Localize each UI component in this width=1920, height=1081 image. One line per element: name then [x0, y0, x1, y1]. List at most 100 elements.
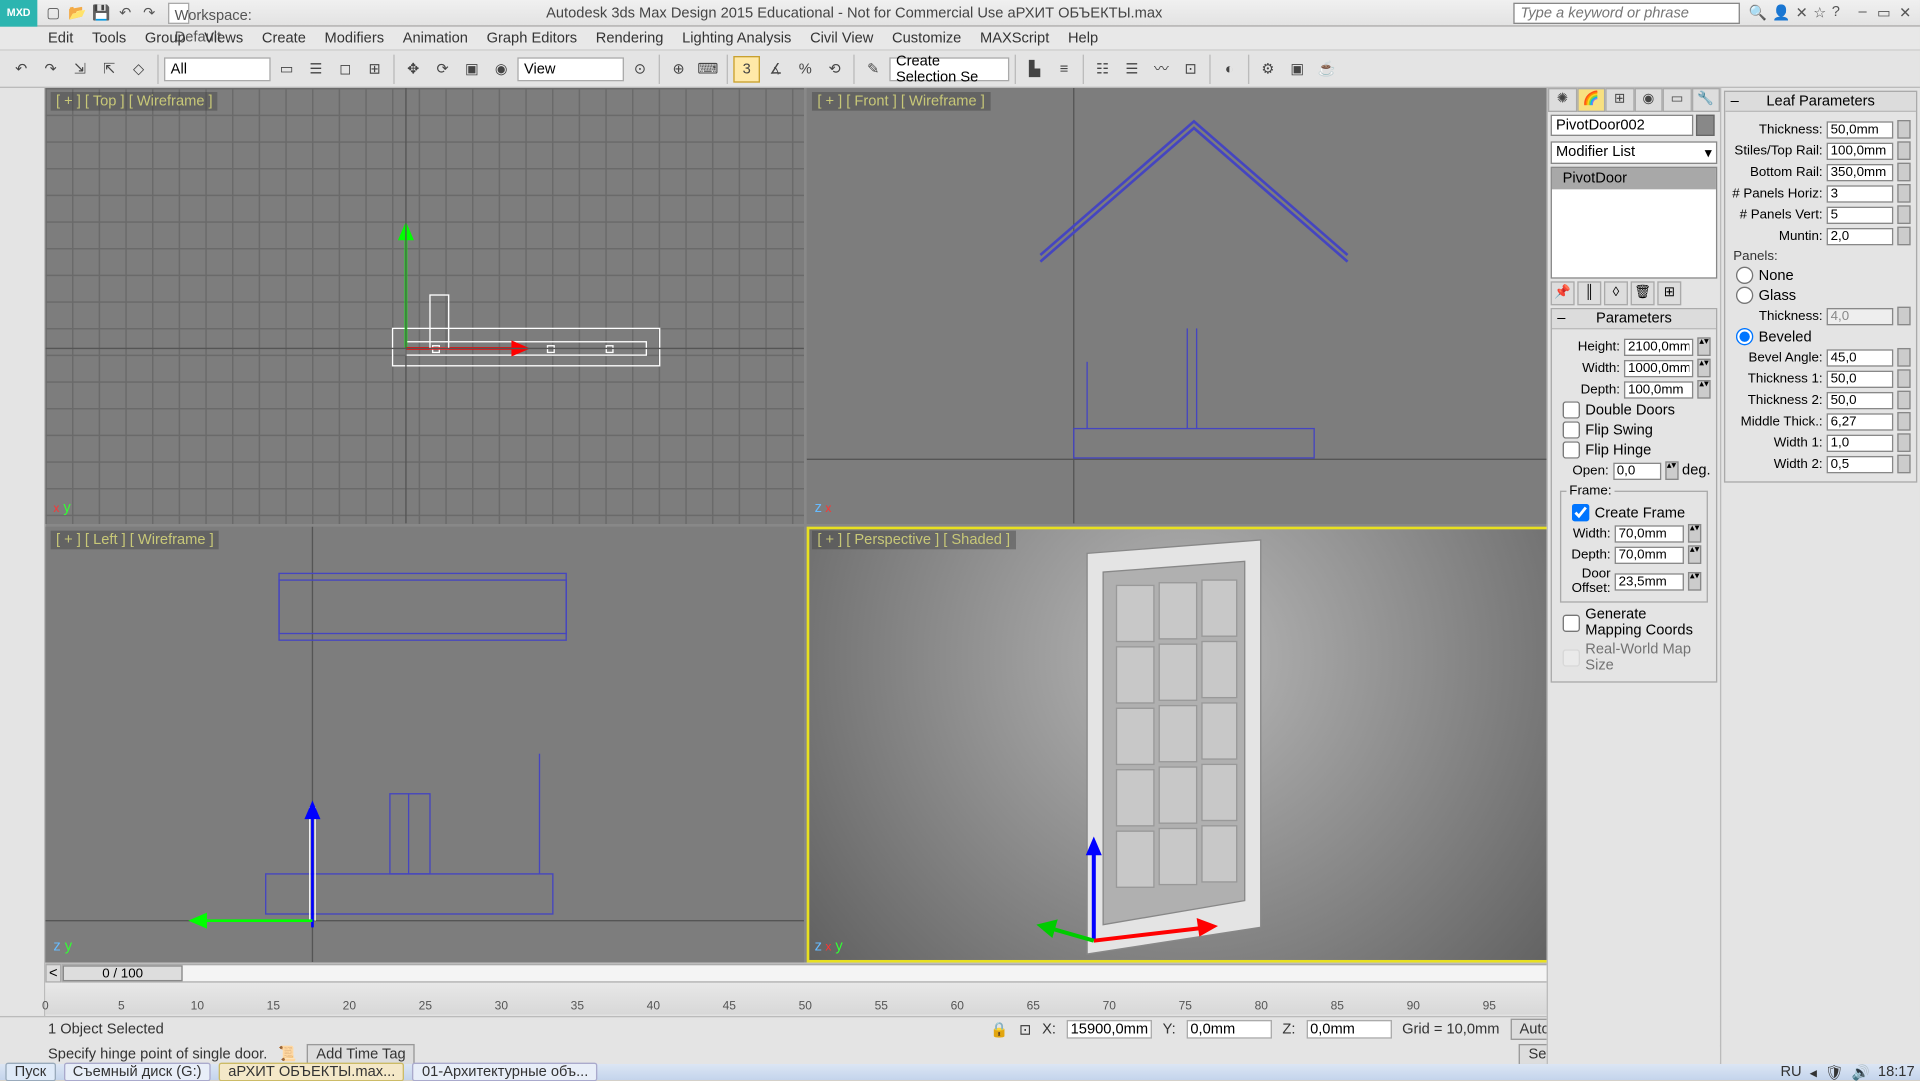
object-color-swatch[interactable]: [1696, 115, 1715, 136]
modifier-stack[interactable]: PivotDoor: [1551, 167, 1718, 279]
viewport-label[interactable]: [ + ] [ Left ] [ Wireframe ]: [51, 531, 219, 550]
time-prev-button[interactable]: <: [45, 964, 61, 983]
curve-editor-button[interactable]: 〰: [1148, 55, 1175, 82]
menu-civil-view[interactable]: Civil View: [810, 30, 873, 46]
link-button[interactable]: ⇲: [67, 55, 94, 82]
new-icon[interactable]: ▢: [43, 2, 64, 23]
flip-hinge-checkbox[interactable]: [1563, 441, 1580, 458]
align-button[interactable]: ≡: [1051, 55, 1078, 82]
manipulate-button[interactable]: ⊕: [665, 55, 692, 82]
spinner-snap-button[interactable]: ⟲: [821, 55, 848, 82]
configure-icon[interactable]: ⊞: [1657, 281, 1681, 305]
render-frame-button[interactable]: ▣: [1284, 55, 1311, 82]
clock[interactable]: 18:17: [1878, 1064, 1915, 1080]
tab-modify[interactable]: 🌈: [1577, 88, 1606, 112]
viewport-label[interactable]: [ + ] [ Top ] [ Wireframe ]: [51, 92, 218, 111]
render-button[interactable]: ☕: [1313, 55, 1340, 82]
bottom-rail-input[interactable]: [1827, 163, 1894, 180]
menu-create[interactable]: Create: [262, 30, 306, 46]
spinner-icon[interactable]: [1897, 412, 1910, 431]
tray-icon[interactable]: 🔊: [1852, 1063, 1870, 1080]
spinner-icon[interactable]: [1897, 163, 1910, 182]
menu-views[interactable]: Views: [204, 30, 243, 46]
viewport-left[interactable]: [ + ] [ Left ] [ Wireframe ] z y: [45, 527, 804, 963]
spinner-icon[interactable]: [1897, 120, 1910, 139]
app-logo[interactable]: MXD: [0, 0, 37, 26]
taskbar-item[interactable]: аРХИТ ОБЪЕКТЫ.max...: [219, 1063, 405, 1081]
viewport-perspective[interactable]: [ + ] [ Perspective ] [ Shaded ] z x y: [807, 527, 1566, 963]
spinner-icon[interactable]: ▴▾: [1688, 572, 1701, 591]
tab-display[interactable]: ▭: [1663, 88, 1692, 112]
stiles-input[interactable]: [1827, 142, 1894, 159]
render-setup-button[interactable]: ⚙: [1255, 55, 1282, 82]
menu-graph-editors[interactable]: Graph Editors: [487, 30, 577, 46]
width-input[interactable]: [1624, 359, 1693, 376]
signin-icon[interactable]: 👤: [1772, 4, 1790, 21]
double-doors-checkbox[interactable]: [1563, 401, 1580, 418]
spinner-icon[interactable]: [1897, 433, 1910, 452]
thickness1-input[interactable]: [1827, 370, 1894, 387]
close-button[interactable]: ✕: [1896, 4, 1915, 21]
width2-input[interactable]: [1827, 455, 1894, 472]
exchange-icon[interactable]: ✕: [1796, 4, 1808, 21]
percent-snap-button[interactable]: %: [792, 55, 819, 82]
select-rotate-button[interactable]: ⟳: [429, 55, 456, 82]
spinner-icon[interactable]: ▴▾: [1688, 524, 1701, 543]
viewport-front[interactable]: [ + ] [ Front ] [ Wireframe ] z x: [807, 88, 1566, 524]
start-button[interactable]: Пуск: [5, 1063, 55, 1081]
save-icon[interactable]: 💾: [91, 2, 112, 23]
select-place-button[interactable]: ◉: [488, 55, 515, 82]
unique-icon[interactable]: ◊: [1604, 281, 1628, 305]
favorite-icon[interactable]: ☆: [1813, 4, 1826, 21]
flip-swing-checkbox[interactable]: [1563, 421, 1580, 438]
menu-animation[interactable]: Animation: [403, 30, 468, 46]
coord-y-input[interactable]: [1186, 1020, 1271, 1039]
redo-button[interactable]: ↷: [37, 55, 64, 82]
remove-mod-icon[interactable]: 🗑: [1631, 281, 1655, 305]
viewport-label[interactable]: [ + ] [ Perspective ] [ Shaded ]: [812, 531, 1015, 550]
spinner-icon[interactable]: [1897, 455, 1910, 474]
select-name-button[interactable]: ☰: [303, 55, 330, 82]
menu-tools[interactable]: Tools: [92, 30, 126, 46]
redo-icon[interactable]: ↷: [139, 2, 160, 23]
frame-depth-input[interactable]: [1615, 546, 1684, 563]
menu-modifiers[interactable]: Modifiers: [325, 30, 384, 46]
object-name-input[interactable]: [1551, 115, 1694, 136]
coord-x-input[interactable]: [1067, 1020, 1152, 1039]
select-move-button[interactable]: ✥: [400, 55, 427, 82]
scene-explorer-button[interactable]: ☰: [1119, 55, 1146, 82]
snap-toggle-button[interactable]: 3: [733, 55, 760, 82]
pivot-button[interactable]: ⊙: [627, 55, 654, 82]
restore-button[interactable]: ▭: [1875, 4, 1894, 21]
angle-snap-button[interactable]: ∡: [763, 55, 790, 82]
select-object-button[interactable]: ▭: [273, 55, 300, 82]
coord-z-input[interactable]: [1306, 1020, 1391, 1039]
schematic-button[interactable]: ⊡: [1177, 55, 1204, 82]
panels-glass-radio[interactable]: [1736, 287, 1753, 304]
tab-create[interactable]: ✺: [1548, 88, 1577, 112]
spinner-icon[interactable]: [1897, 184, 1910, 203]
spinner-icon[interactable]: ▴▾: [1697, 337, 1710, 356]
selection-filter-dropdown[interactable]: All: [164, 57, 271, 81]
tab-motion[interactable]: ◉: [1634, 88, 1663, 112]
lang-indicator[interactable]: RU: [1780, 1064, 1801, 1080]
edit-selection-button[interactable]: ✎: [860, 55, 887, 82]
spinner-icon[interactable]: [1897, 369, 1910, 388]
spinner-icon[interactable]: ▴▾: [1697, 359, 1710, 378]
menu-group[interactable]: Group: [145, 30, 186, 46]
open-input[interactable]: [1613, 462, 1661, 479]
gen-mapping-checkbox[interactable]: [1563, 614, 1580, 631]
tab-utilities[interactable]: 🔧: [1691, 88, 1720, 112]
door-offset-input[interactable]: [1615, 573, 1684, 590]
menu-lighting-analysis[interactable]: Lighting Analysis: [682, 30, 791, 46]
viewport-label[interactable]: [ + ] [ Front ] [ Wireframe ]: [812, 92, 990, 111]
minimize-button[interactable]: –: [1853, 4, 1872, 21]
tab-hierarchy[interactable]: ⊞: [1605, 88, 1634, 112]
select-scale-button[interactable]: ▣: [459, 55, 486, 82]
viewport-top[interactable]: [ + ] [ Top ] [ Wireframe ] x y: [45, 88, 804, 524]
bevel-angle-input[interactable]: [1827, 349, 1894, 366]
frame-width-input[interactable]: [1615, 525, 1684, 542]
spinner-icon[interactable]: [1897, 391, 1910, 410]
spinner-icon[interactable]: [1897, 348, 1910, 367]
menu-help[interactable]: Help: [1068, 30, 1098, 46]
